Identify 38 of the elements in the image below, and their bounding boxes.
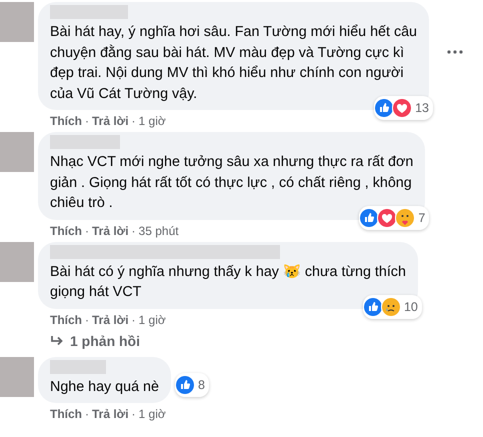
- reply-arrow-icon: [50, 334, 64, 346]
- reaction-badge[interactable]: 10: [362, 294, 422, 318]
- avatar[interactable]: [0, 132, 34, 172]
- separator-dot: ·: [85, 114, 89, 128]
- separator-dot: ·: [132, 312, 136, 326]
- reply-link[interactable]: Trả lời: [92, 407, 129, 421]
- like-link[interactable]: Thích: [50, 312, 82, 326]
- avatar[interactable]: [0, 356, 34, 396]
- comment-time[interactable]: 1 giờ: [138, 312, 166, 326]
- like-link[interactable]: Thích: [50, 407, 82, 421]
- separator-dot: ·: [132, 224, 136, 238]
- reaction-badge[interactable]: 13: [374, 96, 433, 120]
- separator-dot: ·: [85, 312, 89, 326]
- reaction-count: 13: [415, 101, 429, 115]
- replies-link[interactable]: 1 phản hồi: [70, 332, 140, 348]
- separator-dot: ·: [132, 114, 136, 128]
- reaction-count: 8: [198, 378, 205, 392]
- like-link[interactable]: Thích: [50, 114, 82, 128]
- comment-time[interactable]: 1 giờ: [138, 114, 166, 128]
- avatar[interactable]: [0, 242, 34, 282]
- blurred-name: [50, 135, 120, 149]
- separator-dot: ·: [132, 407, 136, 421]
- reply-link[interactable]: Trả lời: [92, 224, 129, 238]
- more-icon[interactable]: [447, 50, 463, 54]
- separator-dot: ·: [85, 224, 89, 238]
- reaction-badge[interactable]: 7: [359, 206, 430, 230]
- separator-dot: ·: [85, 407, 89, 421]
- reply-link[interactable]: Trả lời: [92, 114, 129, 128]
- avatar[interactable]: [0, 2, 34, 42]
- reaction-count: 10: [404, 300, 418, 314]
- comment-time[interactable]: 1 giờ: [138, 407, 166, 421]
- reaction-count: 7: [418, 210, 426, 224]
- reply-link[interactable]: Trả lời: [92, 312, 129, 326]
- blurred-name: [50, 360, 106, 374]
- reaction-badge[interactable]: 8: [174, 373, 209, 397]
- comment-time[interactable]: 35 phút: [138, 224, 179, 238]
- like-link[interactable]: Thích: [50, 224, 82, 238]
- comment-text: Nghe hay quá nè: [50, 378, 159, 396]
